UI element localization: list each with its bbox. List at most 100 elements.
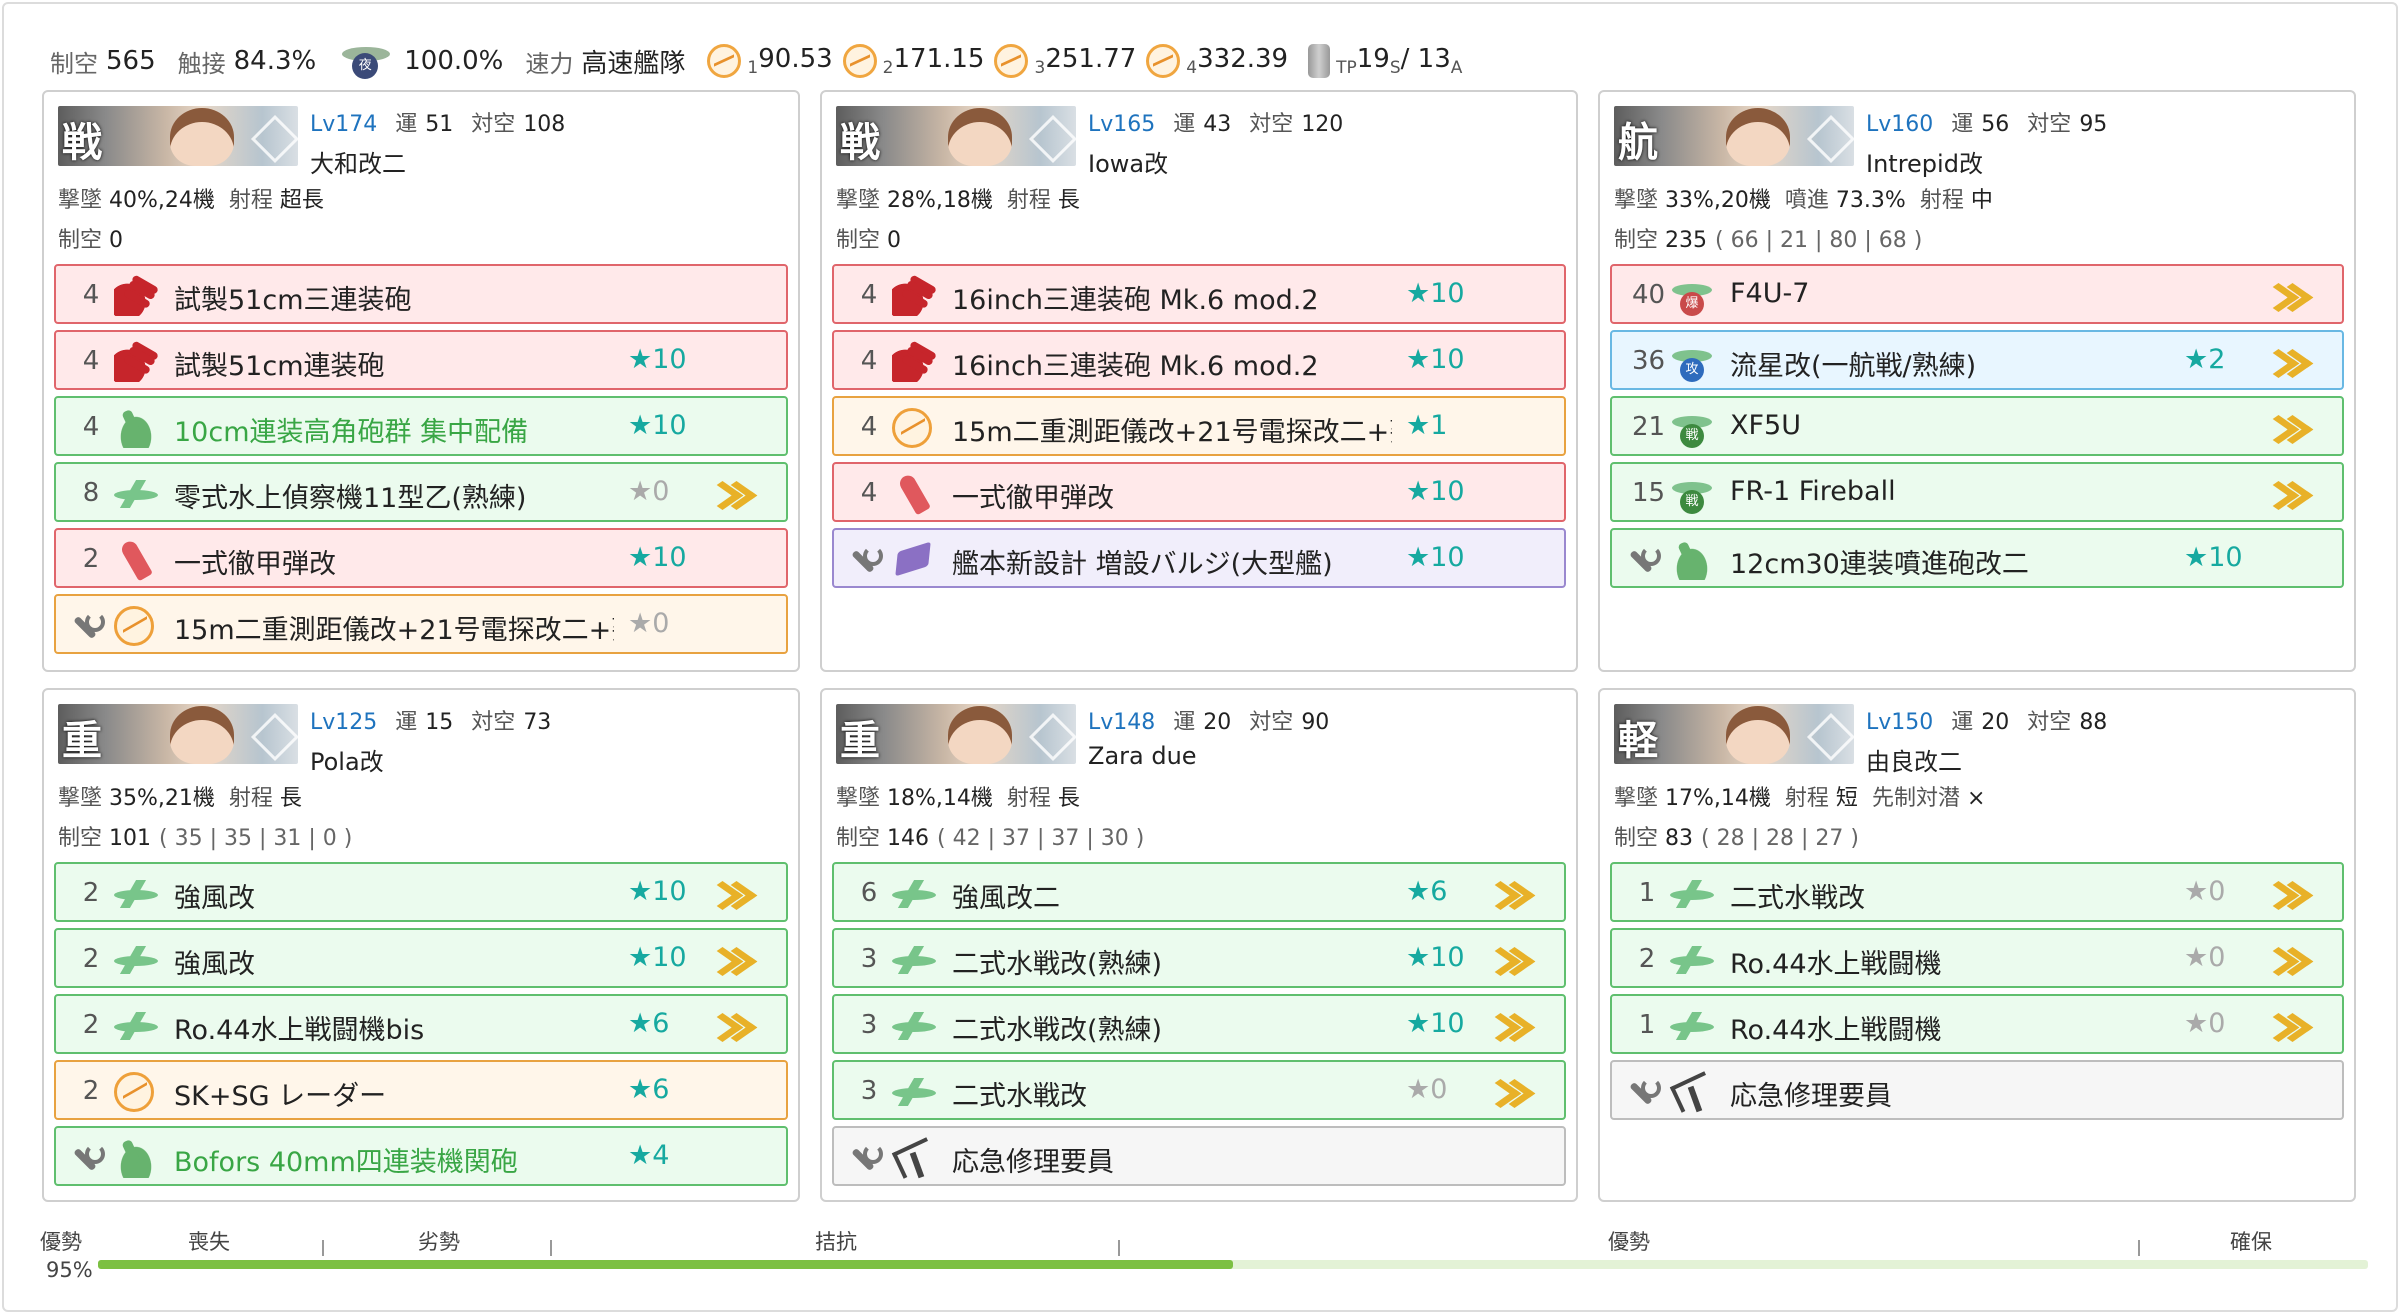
sea-icon <box>114 874 158 914</box>
luck-label: 運 <box>1951 710 1974 735</box>
luck-label: 運 <box>395 112 418 137</box>
gauge-tick <box>1118 1240 1120 1256</box>
sea-icon <box>892 1072 936 1112</box>
equipment-slot[interactable]: 応急修理要員 <box>1610 1060 2344 1120</box>
improvement-star: ★0 <box>2184 876 2226 907</box>
equipment-slot[interactable]: 応急修理要員 <box>832 1126 1566 1186</box>
sea-icon <box>1670 874 1714 914</box>
aa-label: 対空 <box>1249 112 1294 137</box>
equipment-slot[interactable]: 4 10cm連装高角砲群 集中配備 ★10 <box>54 396 788 456</box>
gauge-zone-supremacy: 確保 <box>2230 1230 2272 1254</box>
equipment-slot[interactable]: 4 試製51cm連装砲 ★10 <box>54 330 788 390</box>
equipment-slot[interactable]: 12cm30連装噴進砲改二 ★10 <box>1610 528 2344 588</box>
luck-label: 運 <box>1951 112 1974 137</box>
asw-value: × <box>1966 786 1986 811</box>
shootdown-value: 28%,18機 <box>887 188 993 213</box>
equipment-slot[interactable]: 1 Ro.44水上戦闘機 ★0 <box>1610 994 2344 1054</box>
asw-label: 先制対潜 <box>1871 786 1960 811</box>
ship-banner[interactable]: 重 <box>58 704 298 764</box>
gun-icon <box>892 342 936 382</box>
ship-seiku: 制空 146 ( 42 | 37 | 37 | 30 ) <box>836 820 1144 852</box>
equipment-slot[interactable]: 4 15m二重測距儀改+21号電探改二+熟練射撃指揮所 ★1 <box>832 396 1566 456</box>
shootdown-label: 撃墜 <box>836 188 881 213</box>
wrench-icon <box>1626 1078 1661 1106</box>
sea-icon <box>892 1006 936 1046</box>
ship-header: Lv148 運 20 対空 90 <box>1088 704 1329 736</box>
equipment-name: 試製51cm三連装砲 <box>174 285 412 316</box>
ship-header: Lv174 運 51 対空 108 <box>310 106 565 138</box>
ship-banner[interactable]: 戦 <box>836 106 1076 166</box>
rad-icon <box>114 1072 154 1112</box>
proficiency-chevron-icon <box>2266 406 2306 450</box>
equipment-slot[interactable]: 4 試製51cm三連装砲 <box>54 264 788 324</box>
equipment-slot[interactable]: 2 強風改 ★10 <box>54 862 788 922</box>
luck-value: 43 <box>1203 112 1232 137</box>
seiku-label: 制空 <box>836 826 881 851</box>
slot-count: 8 <box>82 478 100 508</box>
equipment-slot[interactable]: 2 一式徹甲弾改 ★10 <box>54 528 788 588</box>
slot-count: 2 <box>82 1076 100 1106</box>
fleet-analysis-view: 制空 565 触接 84.3% 夜 100.0% 速力 高速艦隊 190.53 … <box>0 0 2400 1314</box>
equipment-slot[interactable]: 2 SK+SG レーダー ★6 <box>54 1060 788 1120</box>
equipment-slot[interactable]: 40 F4U-7 <box>1610 264 2344 324</box>
equipment-slot[interactable]: Bofors 40mm四連装機関砲 ★4 <box>54 1126 788 1186</box>
equipment-slot[interactable]: 36 流星改(一航戦/熟練) ★2 <box>1610 330 2344 390</box>
equipment-slot[interactable]: 艦本新設計 増設バルジ(大型艦) ★10 <box>832 528 1566 588</box>
ship-type-kanji: 戦 <box>62 120 102 166</box>
equipment-slot[interactable]: 15 FR-1 Fireball <box>1610 462 2344 522</box>
equipment-slot[interactable]: 1 二式水戦改 ★0 <box>1610 862 2344 922</box>
equipment-slot[interactable]: 3 二式水戦改 ★0 <box>832 1060 1566 1120</box>
ship-card: 戦 Lv165 運 43 対空 120 Iowa改 撃墜 28%,18機 射程 長制空 0 4 1… <box>820 90 1578 672</box>
equipment-slot[interactable]: 2 Ro.44水上戦闘機 ★0 <box>1610 928 2344 988</box>
ship-type-kanji: 戦 <box>840 120 880 166</box>
proficiency-chevron-icon <box>2266 938 2306 982</box>
equipment-slot[interactable]: 3 二式水戦改(熟練) ★10 <box>832 928 1566 988</box>
slot-count: 4 <box>860 280 878 310</box>
ship-card: 戦 Lv174 運 51 対空 108 大和改二 撃墜 40%,24機 射程 超長 制空 0 4 試… <box>42 90 800 672</box>
equipment-list: 2 強風改 ★10 2 強風改 ★10 2 Ro.44水上戦闘機bis ★6 2 SK+SG レーダ… <box>54 862 788 1192</box>
sea-icon <box>892 874 936 914</box>
equipment-slot[interactable]: 8 零式水上偵察機11型乙(熟練) ★0 <box>54 462 788 522</box>
aa-label: 対空 <box>471 710 516 735</box>
ship-name: 大和改二 <box>310 150 406 178</box>
seiku-label: 制空 <box>58 228 103 253</box>
equipment-name: 16inch三連装砲 Mk.6 mod.2 <box>952 285 1319 316</box>
equipment-slot[interactable]: 2 強風改 ★10 <box>54 928 788 988</box>
equipment-slot[interactable]: 6 強風改二 ★6 <box>832 862 1566 922</box>
shootdown-label: 撃墜 <box>58 786 103 811</box>
equipment-name: SK+SG レーダー <box>174 1081 387 1112</box>
equipment-slot[interactable]: 4 16inch三連装砲 Mk.6 mod.2 ★10 <box>832 264 1566 324</box>
equipment-slot[interactable]: 21 XF5U <box>1610 396 2344 456</box>
ship-banner[interactable]: 航 <box>1614 106 1854 166</box>
luck-value: 15 <box>425 710 454 735</box>
ship-portrait <box>948 706 1012 764</box>
luck-value: 20 <box>1203 710 1232 735</box>
los-radar-icon <box>1146 44 1181 78</box>
proficiency-chevron-icon <box>1488 872 1528 916</box>
ship-banner[interactable]: 重 <box>836 704 1076 764</box>
equipment-slot[interactable]: 4 16inch三連装砲 Mk.6 mod.2 ★10 <box>832 330 1566 390</box>
improvement-star: ★1 <box>1406 410 1448 441</box>
contact-plane-icon: 夜 <box>338 43 394 79</box>
level: Lv165 <box>1088 112 1156 137</box>
slot-count: 15 <box>1632 478 1666 508</box>
improvement-star: ★10 <box>628 942 687 973</box>
equipment-list: 4 試製51cm三連装砲 4 試製51cm連装砲 ★10 4 10cm連装高角砲群 集中配備… <box>54 264 788 660</box>
equipment-slot[interactable]: 3 二式水戦改(熟練) ★10 <box>832 994 1566 1054</box>
equipment-slot[interactable]: 4 一式徹甲弾改 ★10 <box>832 462 1566 522</box>
equipment-slot[interactable]: 15m二重測距儀改+21号電探改二+熟練射撃指揮所 ★0 <box>54 594 788 654</box>
improvement-star: ★10 <box>1406 278 1465 309</box>
slot-count: 1 <box>1638 878 1656 908</box>
los-radar-icon <box>707 44 742 78</box>
seiku-label: 制空 <box>1614 826 1659 851</box>
ap-icon <box>892 474 936 514</box>
improvement-star: ★6 <box>1406 876 1448 907</box>
ship-banner[interactable]: 軽 <box>1614 704 1854 764</box>
ship-banner[interactable]: 戦 <box>58 106 298 166</box>
equipment-slot[interactable]: 2 Ro.44水上戦闘機bis ★6 <box>54 994 788 1054</box>
ship-stats: 撃墜 35%,21機 射程 長 <box>58 780 302 812</box>
level: Lv160 <box>1866 112 1934 137</box>
proficiency-chevron-icon <box>710 472 750 516</box>
bulge-icon <box>892 540 936 580</box>
equipment-list: 6 強風改二 ★6 3 二式水戦改(熟練) ★10 3 二式水戦改(熟練) ★10 3 二式水戦改 ★… <box>832 862 1566 1192</box>
